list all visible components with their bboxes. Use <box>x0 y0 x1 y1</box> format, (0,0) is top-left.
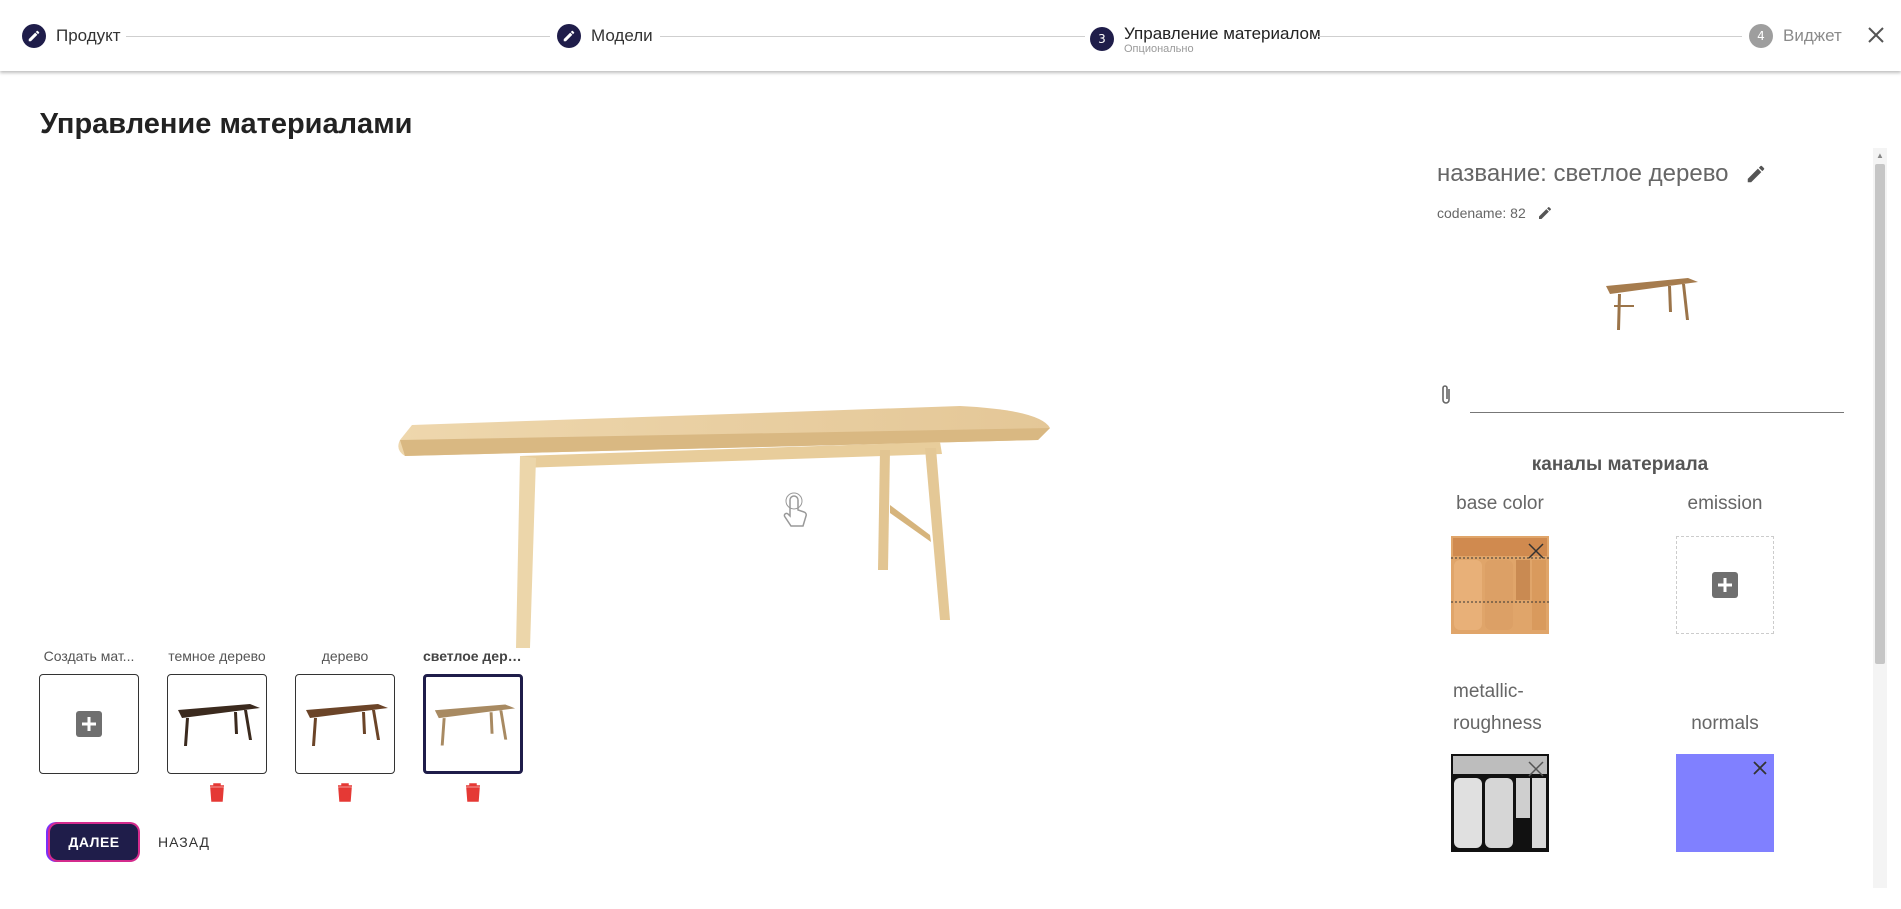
material-item: темное дерево <box>167 648 267 802</box>
create-material: Создать мат... <box>39 648 139 774</box>
material-label: дерево <box>321 648 369 664</box>
stepper: Продукт Модели 3 Управление материалом О… <box>0 0 1901 71</box>
step-connector <box>126 36 550 37</box>
table-thumbnail-icon <box>434 704 516 746</box>
pencil-icon <box>557 24 581 48</box>
material-thumbnail[interactable] <box>423 674 523 774</box>
channel-label: emission <box>1687 493 1763 514</box>
delete-icon[interactable] <box>464 782 482 802</box>
step-models[interactable]: Модели <box>557 24 653 48</box>
material-preview <box>1598 268 1708 338</box>
channel-normals: normals <box>1645 708 1805 852</box>
rotate-hand-icon <box>777 492 811 530</box>
material-label: темное дерево <box>168 648 266 664</box>
channel-metallic-roughness: metallic- roughness <box>1420 676 1580 852</box>
step-connector <box>660 36 1085 37</box>
plus-icon <box>76 711 102 737</box>
codename: codename: 82 <box>1437 205 1526 221</box>
material-panel: название: светлое дерево codename: 82 ка… <box>1420 148 1880 909</box>
delete-icon[interactable] <box>336 782 354 802</box>
delete-icon[interactable] <box>208 782 226 802</box>
channel-emission: emission <box>1645 488 1805 634</box>
plus-icon <box>1712 572 1738 598</box>
channel-base-color: base color <box>1420 488 1580 634</box>
back-button[interactable]: НАЗАД <box>158 824 210 860</box>
step-number: 4 <box>1749 24 1773 48</box>
create-material-label: Создать мат... <box>43 648 135 664</box>
material-thumbnail[interactable] <box>167 674 267 774</box>
3d-viewport[interactable] <box>360 380 1080 660</box>
material-thumbnail[interactable] <box>295 674 395 774</box>
step-label: Управление материалом <box>1124 24 1321 43</box>
remove-texture-icon[interactable] <box>1676 754 1774 852</box>
step-number: 3 <box>1090 27 1114 51</box>
scroll-up-icon[interactable]: ▲ <box>1876 151 1884 160</box>
material-item-selected: светлое дере... <box>423 648 523 802</box>
add-emission-button[interactable] <box>1676 536 1774 634</box>
normals-texture[interactable] <box>1676 754 1774 852</box>
edit-name-icon[interactable] <box>1745 163 1767 185</box>
scroll-thumb[interactable] <box>1875 164 1885 664</box>
step-sublabel: Опционально <box>1124 43 1194 55</box>
next-button[interactable]: ДАЛЕЕ <box>50 824 138 860</box>
table-thumbnail-icon <box>178 704 260 746</box>
edit-codename-icon[interactable] <box>1537 205 1553 221</box>
material-item: дерево <box>295 648 395 802</box>
file-input[interactable] <box>1470 378 1844 413</box>
step-product[interactable]: Продукт <box>22 24 121 48</box>
panel-scrollbar[interactable]: ▲ <box>1873 148 1887 888</box>
metallic-roughness-texture[interactable] <box>1451 754 1549 852</box>
channel-label: metallic- <box>1453 681 1524 702</box>
step-connector <box>1318 36 1742 37</box>
channel-label: base color <box>1456 493 1544 514</box>
channel-label: normals <box>1691 713 1759 734</box>
close-icon[interactable] <box>1865 24 1887 46</box>
step-label: Модели <box>591 26 653 45</box>
pencil-icon <box>22 24 46 48</box>
step-materials[interactable]: 3 Управление материалом Опционально <box>1090 24 1321 55</box>
table-thumbnail-icon <box>306 704 388 746</box>
channel-label: roughness <box>1453 713 1542 734</box>
step-label: Продукт <box>56 26 121 45</box>
page-title: Управление материалами <box>40 108 413 140</box>
material-name: название: светлое дерево <box>1437 160 1729 187</box>
step-widget[interactable]: 4 Виджет <box>1749 24 1842 48</box>
add-material-button[interactable] <box>39 674 139 774</box>
attachment-icon[interactable] <box>1438 383 1454 407</box>
base-color-texture[interactable] <box>1451 536 1549 634</box>
material-label: светлое дере... <box>423 648 523 664</box>
channels-title: каналы материала <box>1531 454 1709 475</box>
step-label: Виджет <box>1783 26 1842 45</box>
